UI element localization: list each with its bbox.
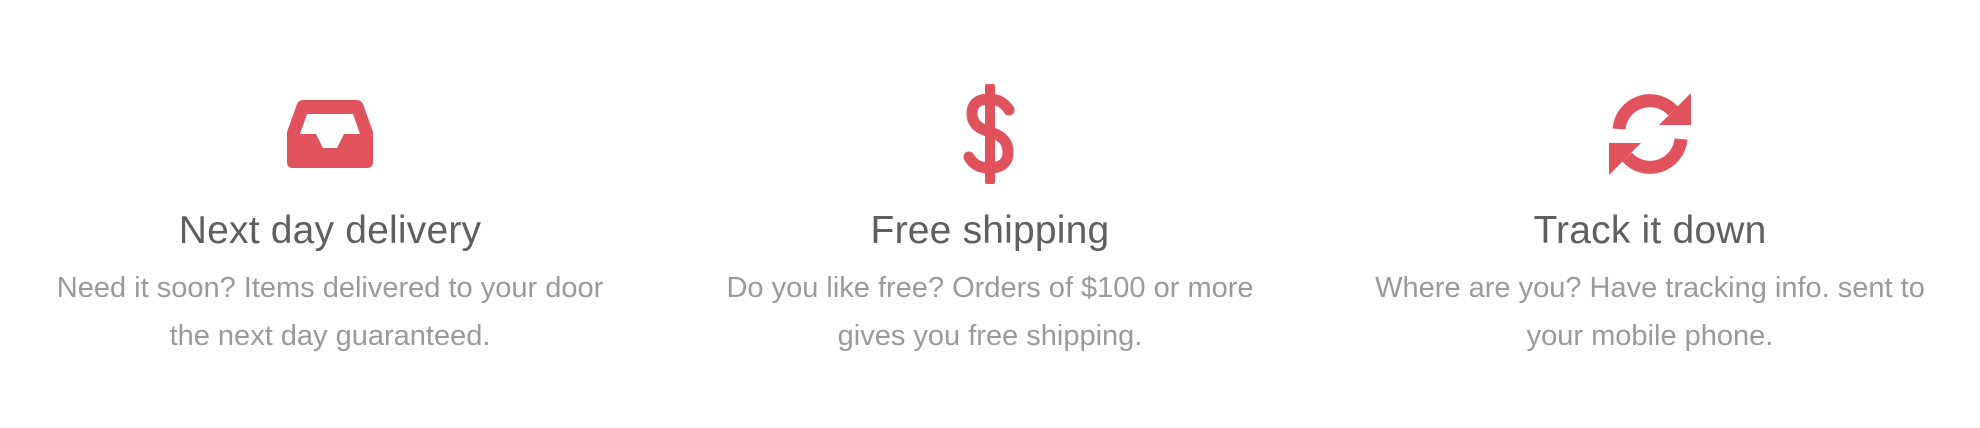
feature-title: Free shipping — [870, 209, 1110, 252]
feature-track-it-down: Track it down Where are you? Have tracki… — [1340, 0, 1960, 360]
dollar-icon — [960, 84, 1020, 184]
feature-description: Do you like free? Orders of $100 or more… — [726, 272, 1254, 352]
feature-title: Track it down — [1533, 209, 1767, 252]
feature-next-day-delivery: Next day delivery Need it soon? Items de… — [20, 0, 640, 360]
feature-description: Need it soon? Items delivered to your do… — [56, 272, 604, 352]
feature-free-shipping: Free shipping Do you like free? Orders o… — [680, 0, 1300, 360]
features-section: Next day delivery Need it soon? Items de… — [0, 0, 1980, 428]
feature-title: Next day delivery — [178, 209, 482, 252]
feature-description: Where are you? Have tracking info. sent … — [1375, 272, 1925, 352]
refresh-icon — [1607, 84, 1693, 184]
inbox-icon — [287, 84, 373, 184]
